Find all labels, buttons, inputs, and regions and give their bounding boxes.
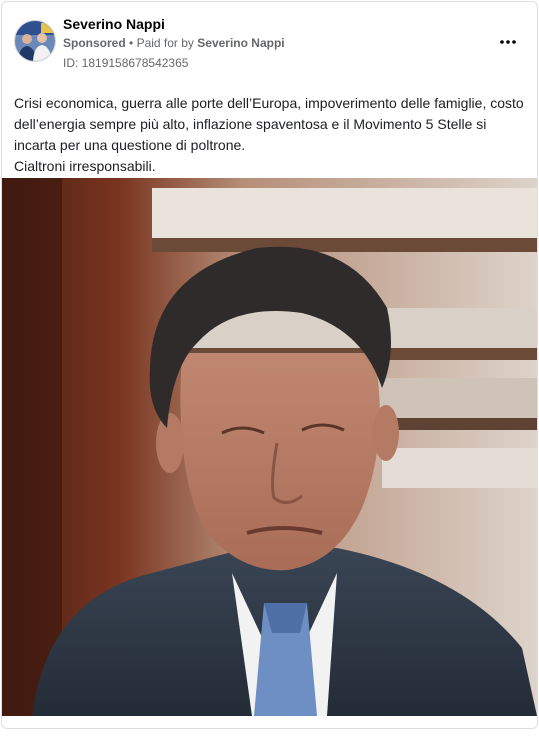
paid-for-name[interactable]: Severino Nappi [197,36,284,50]
ad-post-card: Severino Nappi Sponsored • Paid for by S… [1,1,538,729]
post-body-text: Crisi economica, guerra alle porte dell’… [14,93,529,177]
author-avatar[interactable] [14,20,56,62]
meta-separator: • [129,36,134,50]
ad-id: ID: 1819158678542365 [63,56,189,70]
post-text-paragraph: Crisi economica, guerra alle porte dell’… [14,95,524,153]
sponsored-meta: Sponsored • Paid for by Severino Nappi [63,36,285,50]
post-text-closing: Cialtroni irresponsabili. [14,158,156,174]
post-image[interactable] [2,178,537,716]
sponsored-label: Sponsored [63,36,126,50]
paid-for-prefix: Paid for by [136,36,194,50]
post-header: Severino Nappi Sponsored • Paid for by S… [2,2,537,82]
author-name[interactable]: Severino Nappi [63,16,165,32]
more-horizontal-icon[interactable] [494,32,522,52]
